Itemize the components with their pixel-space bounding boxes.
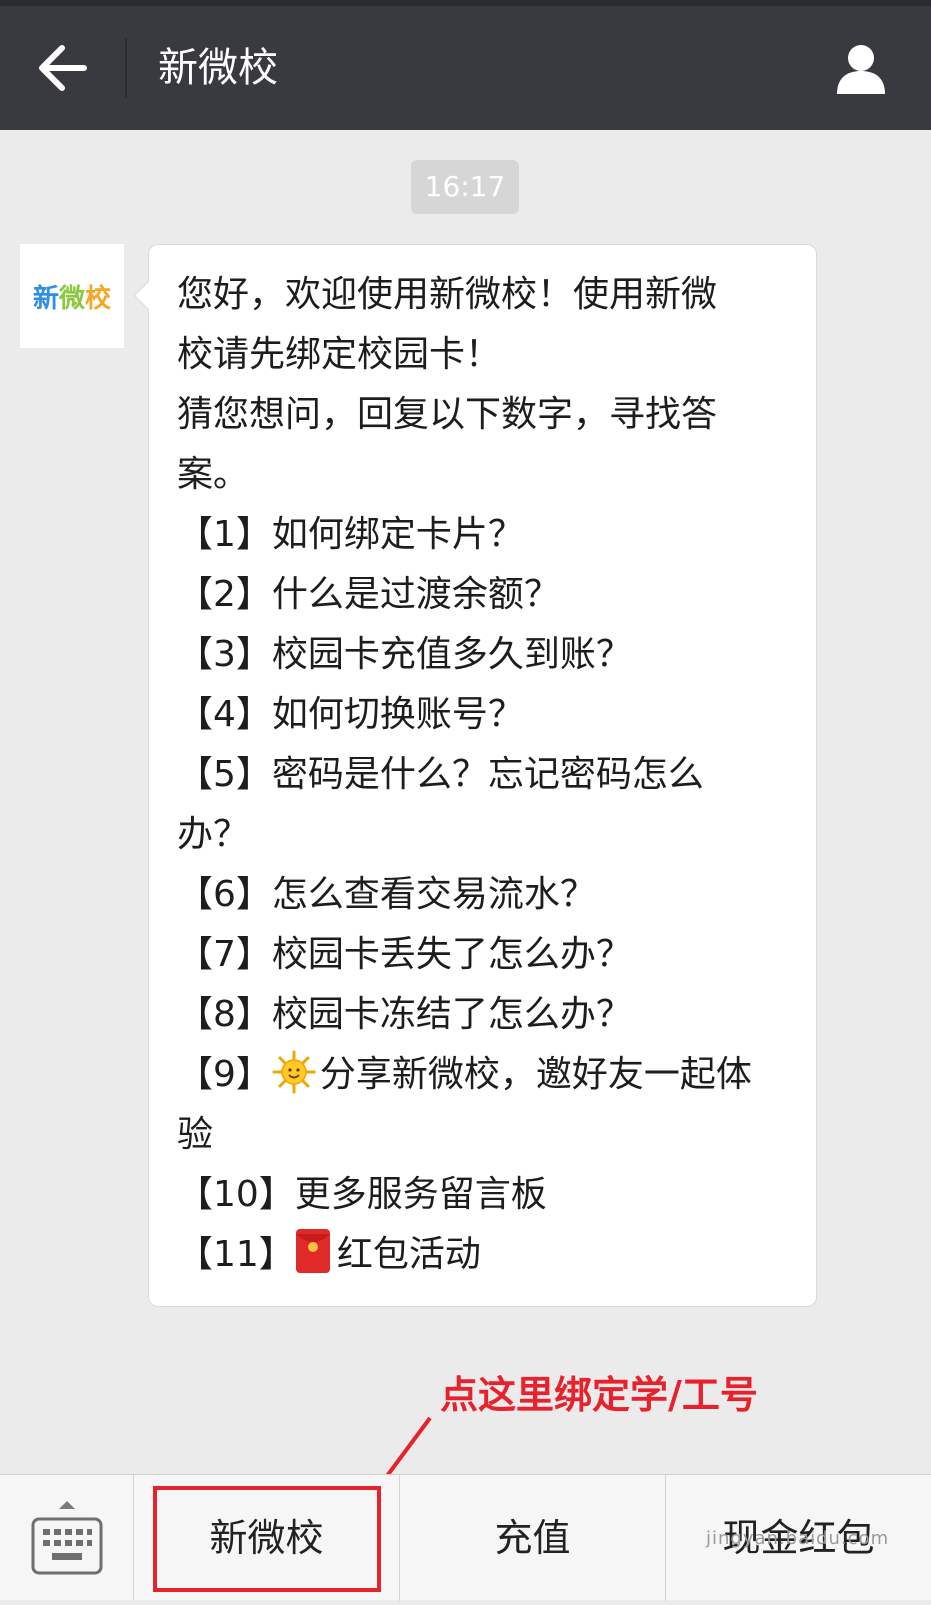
- red-envelope-icon: [295, 1229, 330, 1273]
- menu-option-6: 【6】怎么查看交易流水？: [177, 874, 596, 915]
- logo-char-3: 校: [85, 283, 112, 314]
- person-icon: [837, 45, 885, 94]
- menu-option-7: 【7】校园卡丢失了怎么办？: [177, 934, 632, 975]
- header-divider: [125, 38, 127, 98]
- bubble-tail: [133, 280, 164, 311]
- chat-title: 新微校: [158, 45, 278, 91]
- watermark: jingyan.baidu.com: [706, 1528, 890, 1549]
- option-9-number: 【9】: [177, 1054, 272, 1095]
- menu-option-1: 【1】如何绑定卡片？: [177, 514, 524, 555]
- logo-char-1: 新: [32, 283, 59, 314]
- message-line: 校请先绑定校园卡！: [177, 334, 502, 375]
- message-bubble: 您好，欢迎使用新微校！使用新微 校请先绑定校园卡！ 猜您想问，回复以下数字，寻找…: [133, 244, 817, 1307]
- menu-item-recharge[interactable]: 充值: [400, 1475, 665, 1601]
- status-strip: [0, 0, 931, 6]
- menu-option-10: 【10】更多服务留言板: [177, 1174, 547, 1215]
- annotation-label: 点这里绑定学/工号: [440, 1373, 758, 1417]
- menu-option-3: 【3】校园卡充值多久到账？: [177, 634, 632, 675]
- menu-option-9-cont: 验: [177, 1114, 214, 1155]
- message-line: 猜您想问，回复以下数字，寻找答: [177, 394, 718, 435]
- back-button[interactable]: [28, 38, 98, 98]
- sun-emoji-icon: [272, 1050, 316, 1094]
- keyboard-toggle-button[interactable]: [0, 1475, 133, 1601]
- menu-option-8: 【8】校园卡冻结了怎么办？: [177, 994, 632, 1035]
- arrow-left-icon: [39, 45, 87, 91]
- option-11-text: 红包活动: [336, 1234, 481, 1275]
- menu-item-xinweixiao[interactable]: 新微校: [134, 1475, 399, 1601]
- menu-option-9: 【9】 分享新微校，邀好友一起体: [177, 1045, 797, 1105]
- avatar[interactable]: 新微校: [20, 244, 124, 348]
- menu-option-5-cont: 办？: [177, 814, 250, 855]
- menu-option-5: 【5】密码是什么？忘记密码怎么: [177, 754, 704, 795]
- profile-button[interactable]: [831, 38, 891, 98]
- keyboard-icon: [31, 1501, 103, 1575]
- message-line: 案。: [177, 454, 250, 495]
- menu-option-11: 【11】 红包活动: [177, 1225, 797, 1285]
- avatar-logo: 新微校: [20, 244, 124, 348]
- top-bar: 新微校: [0, 0, 931, 130]
- menu-option-4: 【4】如何切换账号？: [177, 694, 524, 735]
- message-line: 您好，欢迎使用新微校！使用新微: [177, 274, 718, 315]
- option-11-number: 【11】: [177, 1234, 295, 1275]
- menu-option-2: 【2】什么是过渡余额？: [177, 574, 560, 615]
- message-timestamp: 16:17: [411, 160, 519, 214]
- option-9-text: 分享新微校，邀好友一起体: [319, 1054, 752, 1095]
- message-text: 您好，欢迎使用新微校！使用新微 校请先绑定校园卡！ 猜您想问，回复以下数字，寻找…: [177, 265, 797, 1285]
- logo-char-2: 微: [58, 283, 85, 314]
